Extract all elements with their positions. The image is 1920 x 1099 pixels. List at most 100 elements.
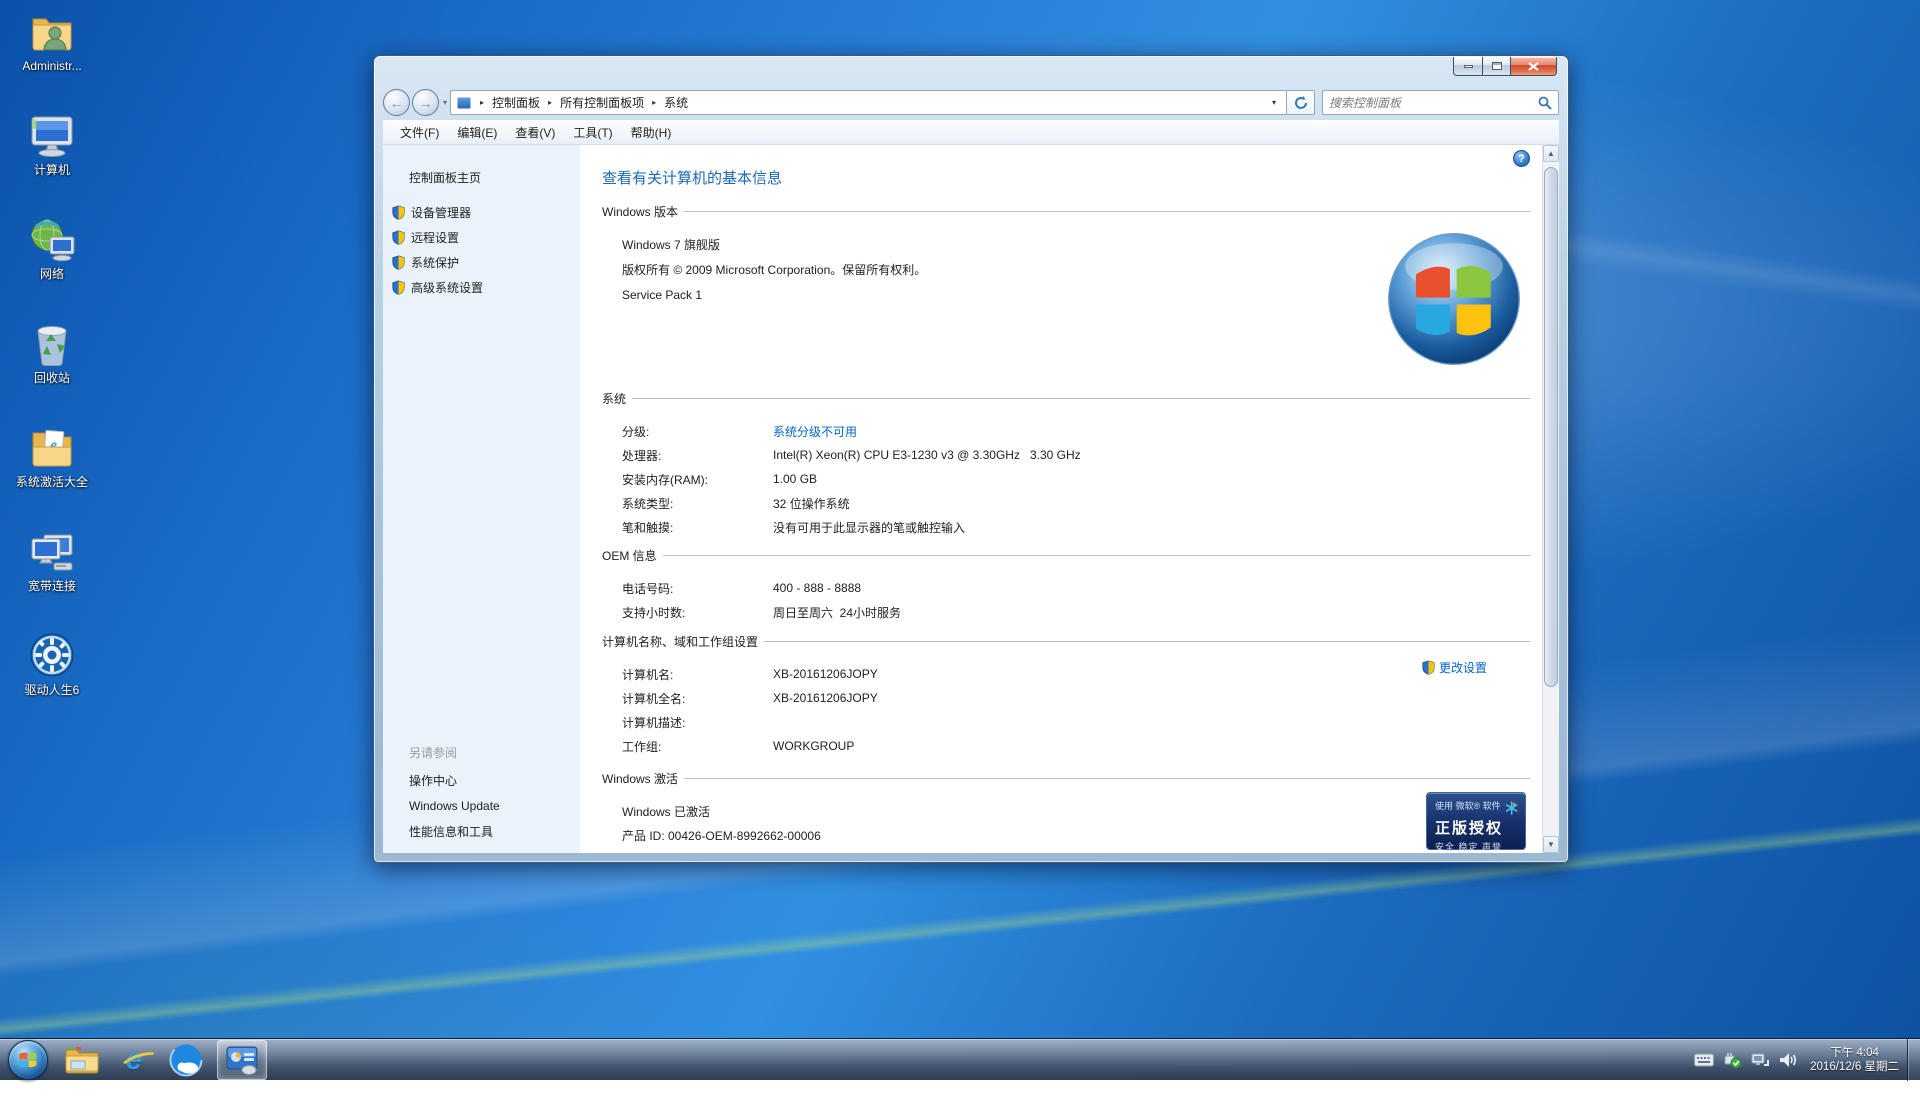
- recycle-bin-icon: [27, 318, 77, 368]
- taskbar-control-panel-button[interactable]: [217, 1040, 267, 1080]
- scrollbar-thumb[interactable]: [1544, 167, 1558, 687]
- address-dropdown-icon[interactable]: ▾: [1266, 98, 1282, 107]
- genuine-star-icon: [1505, 800, 1518, 816]
- desktop-icon-computer[interactable]: 计算机: [4, 110, 100, 206]
- minimize-icon: [1464, 65, 1473, 68]
- sidebar-item-device-manager[interactable]: 设备管理器: [383, 200, 580, 225]
- close-icon: [1528, 62, 1539, 71]
- desktop-icon-recycle-bin[interactable]: 回收站: [4, 318, 100, 414]
- desktop-icon-network[interactable]: 网络: [4, 214, 100, 310]
- menu-help[interactable]: 帮助(H): [622, 121, 681, 144]
- page-title: 查看有关计算机的基本信息: [602, 167, 782, 188]
- network-status-icon[interactable]: [1749, 1049, 1771, 1071]
- section-rule: [684, 778, 1530, 779]
- gear-app-icon: [27, 630, 77, 680]
- system-window: ← → ▾ ▸ 控制面板 ▸ 所有控制面板项 ▸ 系统 ▾: [373, 55, 1569, 863]
- sidebar-item-control-panel-home[interactable]: 控制面板主页: [383, 165, 580, 190]
- menu-tools[interactable]: 工具(T): [564, 121, 621, 144]
- menu-file[interactable]: 文件(F): [391, 121, 448, 144]
- computer-name-value: XB-20161206JOPY: [773, 667, 878, 681]
- recent-pages-dropdown[interactable]: ▾: [443, 98, 447, 107]
- help-icon[interactable]: ?: [1513, 150, 1530, 167]
- menu-edit[interactable]: 编辑(E): [448, 121, 506, 144]
- breadcrumb-control-panel[interactable]: 控制面板: [491, 92, 541, 113]
- sidebar-item-label: 设备管理器: [411, 204, 471, 221]
- volume-icon[interactable]: [1777, 1049, 1799, 1071]
- refresh-icon: [1294, 96, 1308, 110]
- taskbar-browser-button[interactable]: [165, 1040, 207, 1080]
- window-client-area: 控制面板主页 设备管理器 远程设置 系统保护 高级系统设置: [383, 145, 1559, 853]
- breadcrumb-all-items[interactable]: 所有控制面板项: [559, 92, 645, 113]
- close-button[interactable]: [1511, 57, 1557, 76]
- desktop-icon-admin-folder[interactable]: Administr...: [4, 6, 100, 102]
- broadband-connection-icon: [27, 526, 77, 576]
- menu-view[interactable]: 查看(V): [506, 121, 564, 144]
- rating-unavailable-link[interactable]: 系统分级不可用: [773, 423, 857, 440]
- taskbar-clock[interactable]: 下午 4:04 2016/12/6 星期二: [1802, 1046, 1907, 1074]
- minimize-button[interactable]: [1453, 57, 1483, 76]
- sidebar-item-system-protection[interactable]: 系统保护: [383, 250, 580, 275]
- address-bar[interactable]: ▸ 控制面板 ▸ 所有控制面板项 ▸ 系统 ▾: [450, 90, 1287, 115]
- desktop-icon-column: Administr... 计算机 网络 回收站 e 系统激活大全: [4, 6, 100, 734]
- help-glyph: ?: [1518, 153, 1525, 165]
- genuine-software-badge[interactable]: 使用 微软® 软件 正版授权 安全 稳定 声誉: [1426, 792, 1526, 850]
- search-icon[interactable]: [1538, 96, 1552, 110]
- taskbar-ie-button[interactable]: e: [113, 1040, 155, 1080]
- field-row: 支持小时数:周日至周六 24小时服务: [602, 600, 1530, 624]
- folder-ie-icon: e: [27, 422, 77, 472]
- back-button[interactable]: ←: [383, 89, 410, 116]
- field-label: 处理器:: [622, 447, 773, 464]
- desktop-icon-broadband[interactable]: 宽带连接: [4, 526, 100, 622]
- badge-line1: 使用 微软® 软件: [1435, 799, 1501, 812]
- system-tray: 下午 4:04 2016/12/6 星期二: [1690, 1039, 1920, 1080]
- breadcrumb-system[interactable]: 系统: [663, 92, 689, 113]
- sidebar-item-performance-tools[interactable]: 性能信息和工具: [383, 818, 580, 845]
- input-method-keyboard-icon[interactable]: [1693, 1049, 1715, 1071]
- refresh-button[interactable]: [1286, 90, 1315, 115]
- sidebar-item-advanced-settings[interactable]: 高级系统设置: [383, 275, 580, 300]
- desktop-icon-activation-folder[interactable]: e 系统激活大全: [4, 422, 100, 518]
- sidebar-item-windows-update[interactable]: Windows Update: [383, 794, 580, 818]
- show-desktop-button[interactable]: [1907, 1039, 1920, 1081]
- scroll-down-button[interactable]: ▼: [1543, 836, 1559, 853]
- breadcrumb-separator-icon: ▸: [652, 98, 656, 107]
- section-rule: [684, 211, 1530, 212]
- field-label: 安装内存(RAM):: [622, 471, 773, 488]
- field-row: 计算机描述:: [602, 710, 1530, 734]
- forward-arrow-icon: →: [419, 95, 433, 111]
- vertical-scrollbar[interactable]: ▲ ▼: [1542, 145, 1559, 853]
- product-id-row: 产品 ID: 00426-OEM-8992662-00006: [602, 823, 1530, 847]
- desktop-icon-driver-app[interactable]: 驱动人生6: [4, 630, 100, 726]
- usb-device-icon[interactable]: [1721, 1049, 1743, 1071]
- search-input[interactable]: [1323, 96, 1538, 110]
- network-globe-icon: [27, 214, 77, 264]
- computer-fullname-value: XB-20161206JOPY: [773, 691, 878, 705]
- pen-touch-value: 没有可用于此显示器的笔或触控输入: [773, 519, 965, 536]
- windows-flag-icon: [18, 1051, 38, 1069]
- maximize-button[interactable]: [1483, 57, 1511, 76]
- forward-button[interactable]: →: [412, 89, 439, 116]
- see-also-section: 另请参阅 操作中心 Windows Update 性能信息和工具: [383, 740, 580, 845]
- system-type-value: 32 位操作系统: [773, 495, 850, 512]
- sidebar-item-label: 系统保护: [411, 254, 459, 271]
- qq-browser-icon: [169, 1043, 203, 1077]
- sidebar-item-remote-settings[interactable]: 远程设置: [383, 225, 580, 250]
- clock-time: 下午 4:04: [1810, 1046, 1899, 1060]
- start-button[interactable]: [8, 1040, 48, 1080]
- sidebar-item-action-center[interactable]: 操作中心: [383, 767, 580, 794]
- section-computer-name: 计算机名称、域和工作组设置 计算机名:XB-20161206JOPY 计算机全名…: [602, 633, 1530, 758]
- desktop-icon-label: 系统激活大全: [16, 475, 88, 489]
- taskbar-explorer-button[interactable]: [61, 1040, 103, 1080]
- field-label: 笔和触摸:: [622, 519, 773, 536]
- control-panel-icon: [225, 1045, 259, 1075]
- learn-more-link[interactable]: 联机了解更多内容: [1432, 850, 1528, 853]
- scroll-up-button[interactable]: ▲: [1543, 145, 1559, 162]
- address-bar-row: ← → ▾ ▸ 控制面板 ▸ 所有控制面板项 ▸ 系统 ▾: [383, 86, 1559, 119]
- change-settings-link[interactable]: 更改设置: [1421, 659, 1487, 676]
- taskbar: e 下午 4:04 2016/12/6 星期二: [0, 1038, 1920, 1080]
- field-row: 工作组:WORKGROUP: [602, 734, 1530, 758]
- field-label: 计算机描述:: [622, 714, 773, 731]
- section-header: Windows 激活: [602, 770, 678, 787]
- back-arrow-icon: ←: [390, 95, 404, 111]
- main-content: ? 查看有关计算机的基本信息 Windows 版本 Windows 7 旗舰版 …: [580, 145, 1542, 853]
